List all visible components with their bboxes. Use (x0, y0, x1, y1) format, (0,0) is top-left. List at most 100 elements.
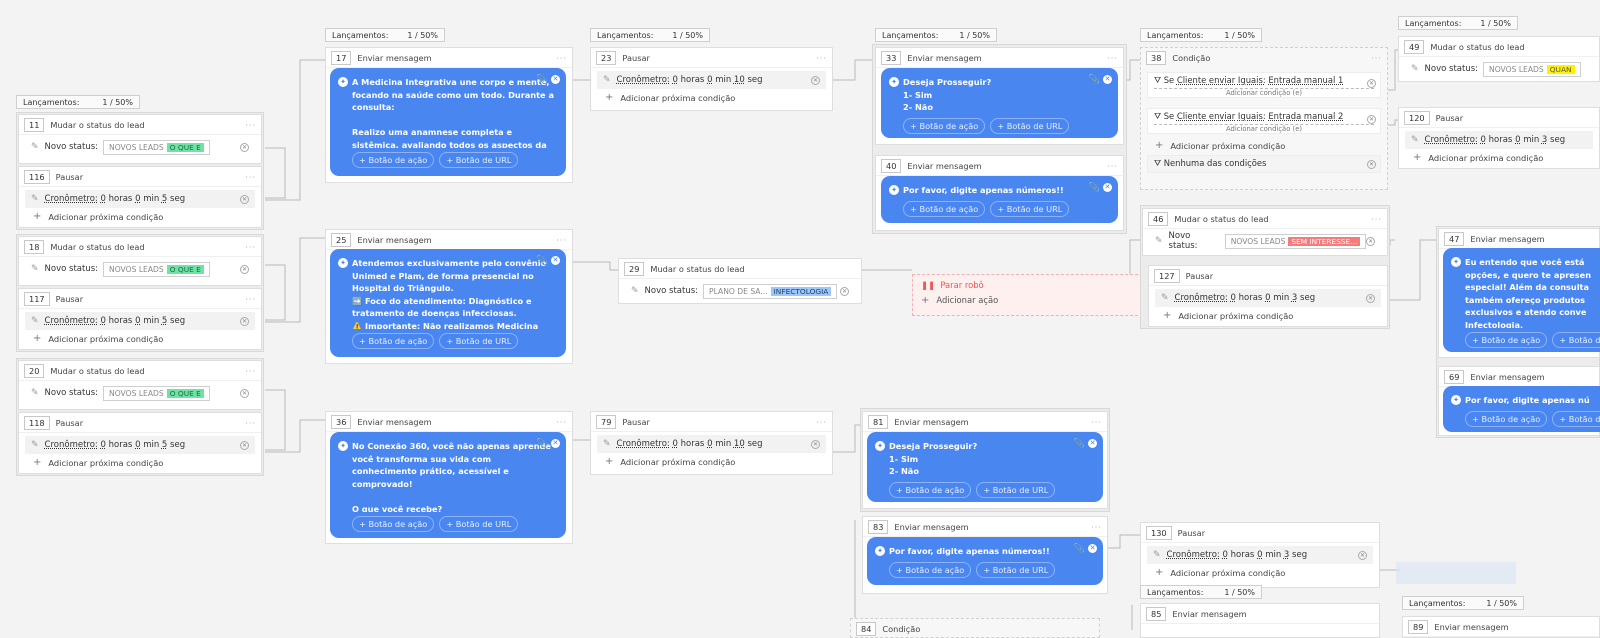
remove-icon[interactable]: ✕ (1358, 550, 1367, 560)
message-bubble[interactable]: ✦ 📎 ✕ A Medicina Integrativa une corpo e m… (330, 68, 566, 176)
more-icon[interactable]: ··· (245, 366, 256, 376)
add-condition-button[interactable]: + Adicionar próxima condição (33, 333, 247, 344)
add-condition-button[interactable]: + Adicionar próxima condição (1155, 567, 1365, 578)
more-icon[interactable]: ··· (1107, 53, 1118, 63)
condition-card[interactable]: 38 Condição ··· ⛛ Se Cliente enviar Iguais… (1140, 47, 1388, 190)
message-bubble[interactable]: ✦ Por favor, digite apenas nú + Botão de… (1443, 386, 1600, 432)
condition-row[interactable]: ⛛ Se Cliente enviar Iguais: Entrada manu… (1147, 72, 1381, 98)
timer-seconds[interactable]: 10 (734, 75, 745, 85)
timer-seconds[interactable]: 5 (162, 440, 167, 450)
add-and-condition[interactable]: Adicionar condição (e) (1154, 124, 1374, 134)
timer-minutes[interactable]: 0 (1257, 550, 1262, 560)
message-bubble[interactable]: ✦ 📎 ✕ No Conexão 360, você não apenas apre… (330, 432, 566, 538)
timer-minutes[interactable]: 0 (707, 75, 712, 85)
timer-hours[interactable]: 0 (1223, 550, 1228, 560)
add-url-button[interactable]: + Botão de URL (439, 333, 519, 349)
remove-icon[interactable]: ✕ (1367, 115, 1376, 124)
add-url-button[interactable]: + Botão de URL (990, 201, 1070, 217)
add-action-button[interactable]: + Botão de ação (889, 482, 972, 498)
timer-seconds[interactable]: 10 (734, 439, 745, 449)
remove-icon[interactable]: ✕ (1088, 439, 1097, 448)
timer-hours[interactable]: 0 (101, 194, 106, 204)
step-card[interactable]: 117 Pausar ··· ✎ Cronômetro: 0 horas 0 min … (18, 288, 262, 350)
remove-icon[interactable]: ✕ (1366, 293, 1375, 303)
add-url-button[interactable]: + Botão de URL (439, 152, 519, 168)
step-card[interactable]: 23 Pausar ··· ✎ Cronômetro: 0 horas 0 min 1… (590, 47, 833, 111)
more-icon[interactable]: ··· (556, 417, 567, 427)
step-card[interactable]: 79 Pausar ··· ✎ Cronômetro: 0 horas 0 min 1… (590, 411, 833, 475)
step-card[interactable]: 29 Mudar o status do lead ✎ Novo status: PL… (618, 258, 862, 304)
add-url-button[interactable]: + Botão de URL (1552, 411, 1600, 427)
add-url-button[interactable]: + Botão de URL (439, 516, 519, 532)
edit-icon[interactable]: ✎ (31, 194, 39, 204)
edit-icon[interactable]: ✎ (1153, 550, 1161, 560)
timer-seconds[interactable]: 5 (162, 316, 167, 326)
timer-hours[interactable]: 0 (1231, 293, 1236, 303)
edit-icon[interactable]: ✎ (31, 264, 39, 274)
timer-seconds[interactable]: 3 (1292, 293, 1297, 303)
more-icon[interactable]: ··· (556, 53, 567, 63)
step-card[interactable]: 20 Mudar o status do lead ··· ✎ Novo status… (18, 360, 262, 410)
remove-icon[interactable]: ✕ (1088, 544, 1097, 553)
attachment-icon[interactable]: 📎 (1074, 438, 1085, 451)
remove-icon[interactable]: ✕ (1367, 79, 1376, 88)
remove-icon[interactable]: ✕ (240, 264, 249, 274)
condition-row[interactable]: ⛛ Se Cliente enviar Iguais: Entrada manu… (1147, 108, 1381, 134)
add-action-button[interactable]: + Botão de ação (352, 516, 435, 532)
step-card[interactable]: 127 Pausar ✎ Cronômetro: 0 horas 0 min 3 s… (1148, 265, 1388, 327)
status-select[interactable]: NOVOS LEADS O QUE E (103, 385, 210, 401)
more-icon[interactable]: ··· (245, 418, 256, 428)
step-card[interactable]: 49 Mudar o status do lead ✎ Novo status: NO… (1398, 36, 1600, 82)
timer-minutes[interactable]: 0 (135, 440, 140, 450)
add-condition-button[interactable]: + Adicionar próxima condição (1163, 310, 1373, 321)
timer-hours[interactable]: 0 (101, 316, 106, 326)
remove-icon[interactable]: ✕ (240, 194, 249, 204)
edit-icon[interactable]: ✎ (31, 142, 39, 152)
attachment-icon[interactable]: 📎 (537, 74, 548, 87)
remove-icon[interactable]: ✕ (240, 316, 249, 326)
more-icon[interactable]: ··· (1371, 214, 1382, 224)
remove-icon[interactable]: ✕ (551, 75, 560, 84)
timer-hours[interactable]: 0 (1481, 135, 1486, 145)
cond-field[interactable]: Cliente enviar (1177, 75, 1235, 85)
message-bubble[interactable]: ✦ 📎 ✕ Por favor, digite apenas números!! +… (867, 537, 1103, 585)
message-card[interactable]: 85 Enviar mensagem (1140, 603, 1380, 638)
edit-icon[interactable]: ✎ (603, 439, 611, 449)
attachment-icon[interactable]: 📎 (1074, 543, 1085, 556)
message-bubble[interactable]: ✦ 📎 ✕ Deseja Prosseguir? 1- Sim 2- Não + B… (881, 68, 1118, 138)
step-card[interactable]: 118 Pausar ··· ✎ Cronômetro: 0 horas 0 min … (18, 412, 262, 474)
more-icon[interactable]: ··· (556, 235, 567, 245)
message-bubble[interactable]: ✦ 📎 ✕ Deseja Prosseguir? 1- Sim 2- Não + B… (867, 432, 1103, 502)
remove-icon[interactable]: ✕ (840, 286, 849, 296)
timer-hours[interactable]: 0 (673, 75, 678, 85)
edit-icon[interactable]: ✎ (1411, 135, 1419, 145)
message-bubble[interactable]: ✦ 📎 ✕ Por favor, digite apenas números!! +… (881, 176, 1118, 223)
add-condition-button[interactable]: + Adicionar próxima condição (605, 92, 818, 103)
timer-seconds[interactable]: 3 (1284, 550, 1289, 560)
timer-hours[interactable]: 0 (673, 439, 678, 449)
more-icon[interactable]: ··· (1107, 161, 1118, 171)
timer-minutes[interactable]: 0 (135, 194, 140, 204)
attachment-icon[interactable]: 📎 (1089, 74, 1100, 87)
remove-icon[interactable]: ✕ (1367, 160, 1376, 169)
status-select[interactable]: NOVOS LEADS O QUE E (103, 261, 210, 277)
edit-icon[interactable]: ✎ (1155, 236, 1163, 246)
add-condition-button[interactable]: + Adicionar próxima condição (1413, 152, 1585, 163)
add-action-button[interactable]: + Botão de ação (352, 152, 435, 168)
remove-icon[interactable]: ✕ (551, 439, 560, 448)
remove-icon[interactable]: ✕ (1366, 236, 1375, 246)
timer-minutes[interactable]: 0 (707, 439, 712, 449)
attachment-icon[interactable]: 📎 (537, 438, 548, 451)
cond-value[interactable]: Entrada manual 2 (1268, 111, 1343, 121)
more-icon[interactable]: ··· (245, 242, 256, 252)
add-action-button[interactable]: + Botão de ação (903, 201, 986, 217)
step-card[interactable]: 130 Pausar ✎ Cronômetro: 0 horas 0 min 3 s… (1140, 522, 1380, 588)
minimap[interactable] (1396, 562, 1516, 584)
cond-operator[interactable]: Iguais: (1238, 111, 1266, 121)
more-icon[interactable]: ··· (245, 294, 256, 304)
edit-icon[interactable]: ✎ (31, 316, 39, 326)
add-action-button[interactable]: + Botão de ação (352, 333, 435, 349)
status-select[interactable]: PLANO DE SA... INFECTOLOGIA (703, 283, 838, 299)
add-url-button[interactable]: + Botão de URL (976, 562, 1056, 578)
add-condition-button[interactable]: + Adicionar próxima condição (33, 457, 247, 468)
